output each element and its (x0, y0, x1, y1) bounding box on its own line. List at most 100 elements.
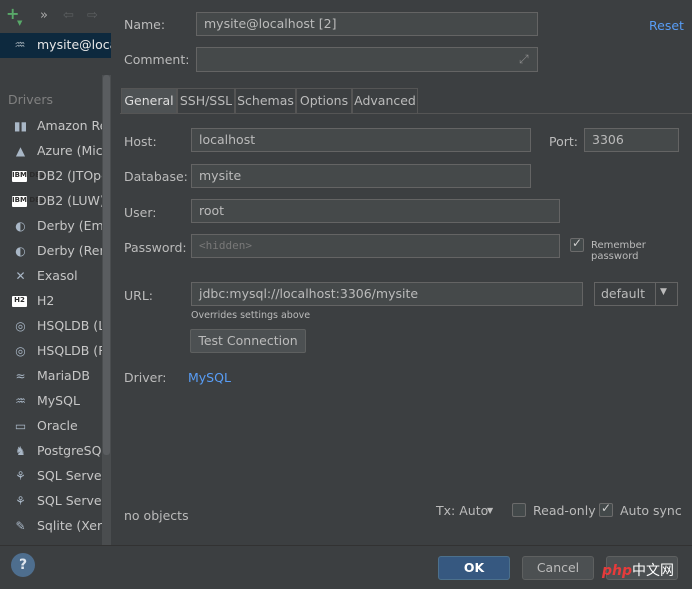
back-icon[interactable]: ⇦ (63, 7, 74, 25)
password-field[interactable]: <hidden> (191, 234, 560, 258)
driver-item[interactable]: ≈ MariaDB (0, 364, 111, 389)
tx-mode-dropdown[interactable]: Tx: Auto (436, 503, 488, 518)
driver-label: Derby (Remote) (37, 243, 111, 258)
driver-item[interactable]: ✕ Exasol (0, 264, 111, 289)
chevron-down-icon[interactable]: ▼ (487, 506, 493, 515)
sidebar-scrollbar-thumb[interactable] (103, 75, 110, 455)
datasource-item[interactable]: ♒ mysite@localhost (0, 33, 111, 58)
watermark-site: 中文网 (632, 563, 675, 579)
expand-icon[interactable]: ⤢ (519, 52, 529, 67)
driver-item[interactable]: ◐ Derby (Embedded) (0, 214, 111, 239)
driver-item[interactable]: ⚘ SQL Server (Microsoft) (0, 489, 111, 514)
cancel-button[interactable]: Cancel (522, 556, 594, 580)
tab-options[interactable]: Options (296, 88, 352, 113)
driver-item[interactable]: ▲ Azure (Microsoft) (0, 139, 111, 164)
port-field[interactable]: 3306 (584, 128, 679, 152)
read-only-label: Read-only (533, 503, 596, 518)
driver-label: Sqlite (Xerial) (37, 518, 111, 533)
datasource-sidebar: + ▼ » ⇦ ⇨ ♒ mysite@localhost Drivers ▮▮ A… (0, 0, 111, 545)
tab-schemas[interactable]: Schemas (235, 88, 296, 113)
comment-field[interactable] (196, 47, 538, 72)
db2-icon: IBM DB2 (12, 196, 45, 207)
oracle-icon: ▭ (14, 419, 27, 433)
driver-label: Driver: (124, 370, 167, 385)
driver-item[interactable]: ✎ Sqlite (Xerial) (0, 514, 111, 539)
sqlite-icon: ✎ (15, 519, 26, 533)
objects-status: no objects (124, 508, 189, 523)
driver-label: Derby (Embedded) (37, 218, 111, 233)
driver-label: SQL Server (Microsoft) (37, 493, 111, 508)
driver-label: PostgreSQL (37, 443, 109, 458)
driver-item[interactable]: ◐ Derby (Remote) (0, 239, 111, 264)
auto-sync-label: Auto sync (620, 503, 682, 518)
auto-sync-checkbox[interactable] (599, 501, 613, 517)
driver-label: Exasol (37, 268, 78, 283)
ok-button[interactable]: OK (438, 556, 510, 580)
chevron-down-icon: ▼ (660, 287, 667, 297)
reset-link[interactable]: Reset (649, 18, 684, 33)
select-divider (655, 283, 656, 305)
name-field[interactable]: mysite@localhost [2] (196, 12, 538, 36)
port-label: Port: (549, 134, 578, 149)
sqlserver-icon: ⚘ (15, 494, 26, 508)
more-icon[interactable]: » (40, 7, 48, 25)
password-label: Password: (124, 240, 187, 255)
url-label: URL: (124, 288, 154, 303)
driver-item[interactable]: IBM DB2DB2 (JTOpen) (0, 164, 111, 189)
tab-ssh-ssl[interactable]: SSH/SSL (177, 88, 235, 113)
driver-item[interactable]: ◎ HSQLDB (Remote) (0, 339, 111, 364)
drivers-header: Drivers (8, 92, 53, 107)
driver-item[interactable]: ◎ HSQLDB (Local) (0, 314, 111, 339)
driver-label: MySQL (37, 393, 80, 408)
driver-label: Azure (Microsoft) (37, 143, 111, 158)
read-only-checkbox[interactable] (512, 503, 526, 517)
overrides-note: Overrides settings above (191, 310, 311, 321)
help-button[interactable]: ? (11, 553, 35, 577)
remember-password-checkbox[interactable] (570, 236, 584, 252)
driver-item[interactable]: ♞ PostgreSQL (0, 439, 111, 464)
url-field[interactable]: jdbc:mysql://localhost:3306/mysite (191, 282, 583, 306)
host-field[interactable]: localhost (191, 128, 531, 152)
mysql-icon: ♒ (14, 37, 26, 52)
user-field[interactable]: root (191, 199, 560, 223)
h2-icon: H2 (12, 296, 27, 307)
exasol-icon: ✕ (15, 269, 26, 283)
host-label: Host: (124, 134, 157, 149)
forward-icon[interactable]: ⇨ (87, 7, 98, 25)
redshift-icon: ▮▮ (13, 119, 28, 133)
driver-link[interactable]: MySQL (188, 370, 231, 385)
remember-password-label: Remember password (591, 240, 646, 262)
azure-icon: ▲ (15, 144, 26, 158)
driver-label: MariaDB (37, 368, 90, 383)
database-label: Database: (124, 169, 188, 184)
sqlserver-icon: ⚘ (15, 469, 26, 483)
tab-divider (120, 113, 692, 114)
driver-label: HSQLDB (Remote) (37, 343, 111, 358)
database-field[interactable]: mysite (191, 164, 531, 188)
name-label: Name: (124, 17, 166, 32)
driver-item[interactable]: H2 H2 (0, 289, 111, 314)
tab-general[interactable]: General (121, 88, 177, 113)
url-mode-select[interactable]: default ▼ (594, 282, 678, 306)
driver-label: H2 (37, 293, 55, 308)
sidebar-toolbar: + ▼ » ⇦ ⇨ (0, 0, 111, 32)
derby-icon: ◐ (15, 244, 26, 258)
db2-icon: IBM DB2 (12, 171, 45, 182)
hsqldb-icon: ◎ (15, 319, 26, 333)
comment-label: Comment: (124, 52, 190, 67)
driver-item[interactable]: ▮▮ Amazon Redshift (0, 114, 111, 139)
watermark-php: php (602, 563, 633, 579)
test-connection-button[interactable]: Test Connection (190, 329, 306, 353)
driver-item[interactable]: IBM DB2 DB2 (LUW) (0, 189, 111, 214)
driver-label: DB2 (JTOpen) (37, 168, 111, 183)
tab-advanced[interactable]: Advanced (352, 88, 418, 113)
driver-label: HSQLDB (Local) (37, 318, 111, 333)
dropdown-arrow-icon[interactable]: ▼ (17, 14, 22, 32)
mariadb-icon: ≈ (15, 369, 26, 383)
datasource-label: mysite@localhost (37, 37, 111, 52)
driver-item[interactable]: ⚘ SQL Server (jTds) (0, 464, 111, 489)
derby-icon: ◐ (15, 219, 26, 233)
driver-label: SQL Server (jTds) (37, 468, 111, 483)
driver-item[interactable]: ▭ Oracle (0, 414, 111, 439)
driver-item[interactable]: ♒ MySQL (0, 389, 111, 414)
